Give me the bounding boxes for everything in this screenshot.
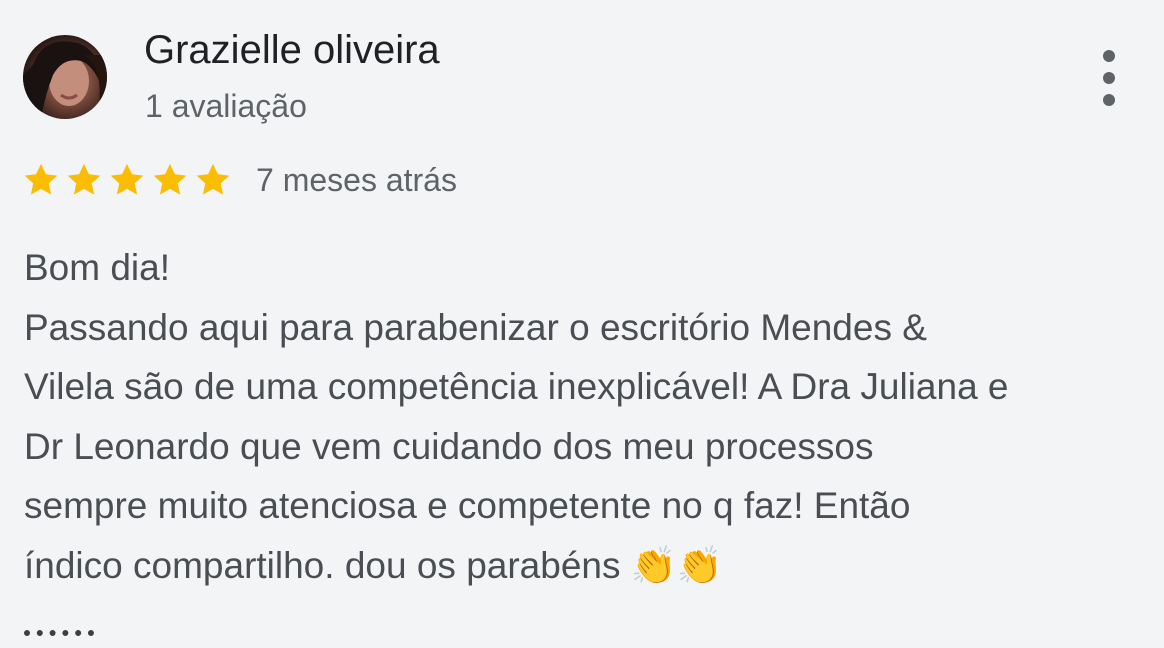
review-text-line: Passando aqui para parabenizar o escritó…	[24, 306, 927, 348]
review-text-line: Bom dia!	[24, 247, 171, 288]
more-vert-icon-dot	[1103, 72, 1115, 84]
star-icon	[67, 163, 101, 195]
review-text-line: Dr Leonardo que vem cuidando dos meu pro…	[24, 425, 874, 467]
next-item-partial	[24, 630, 94, 648]
review-text: Bom dia! Passando aqui para parabenizar …	[24, 238, 1154, 595]
review-text-line: Vilela são de uma competência inexplicáv…	[24, 366, 1009, 407]
clapping-hands-icon: 👏👏	[630, 543, 723, 587]
more-options-button[interactable]	[1092, 50, 1126, 106]
review-text-line-last: índico compartilho. dou os parabéns 👏👏	[24, 536, 1154, 596]
star-icon	[196, 163, 230, 195]
reviewer-review-count: 1 avaliação	[145, 88, 307, 124]
profile-photo-icon	[23, 41, 107, 119]
more-vert-icon	[1103, 50, 1115, 62]
star-icon	[110, 163, 144, 195]
star-icon	[24, 163, 58, 195]
review-text-line: sempre muito atenciosa e competente no q…	[24, 485, 911, 526]
rating-row: 7 meses atrás	[22, 158, 457, 202]
more-vert-icon-dot	[1103, 94, 1115, 106]
avatar[interactable]	[23, 35, 107, 119]
review-date: 7 meses atrás	[256, 162, 457, 198]
star-rating	[22, 161, 232, 199]
review-text-line: índico compartilho. dou os parabéns	[24, 544, 621, 586]
star-icon	[153, 163, 187, 195]
reviewer-name[interactable]: Grazielle oliveira	[144, 26, 440, 74]
